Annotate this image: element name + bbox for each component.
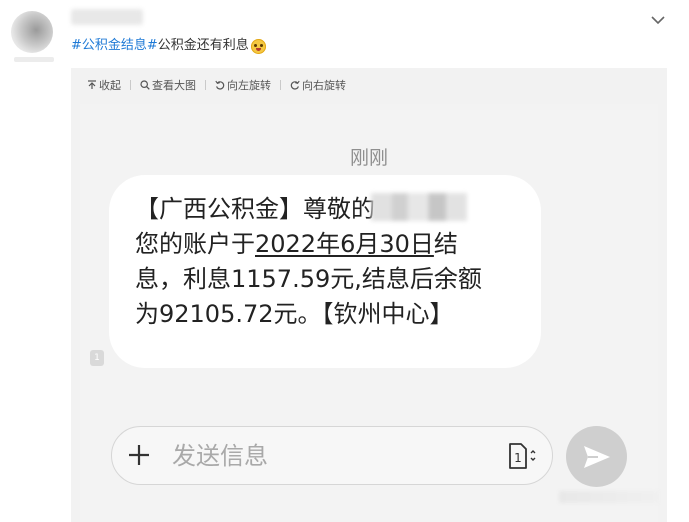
rotate-right-label: 向右旋转	[302, 79, 346, 92]
sim-card-badge: 1	[90, 350, 104, 366]
message-text: 【广西公积金】尊敬的 您的账户于2022年6月30日结 息，利息1157.59元…	[135, 192, 521, 332]
rotate-right-icon	[290, 80, 300, 90]
sim-card-selector-icon[interactable]: 1	[506, 441, 542, 471]
compose-bar[interactable]: 发送信息 1	[111, 426, 553, 485]
redacted-name	[371, 193, 467, 221]
message-timestamp: 刚刚	[349, 147, 388, 169]
chevron-down-icon[interactable]	[648, 10, 668, 30]
toolbar-divider	[205, 80, 206, 90]
view-large-label: 查看大图	[152, 79, 196, 92]
rotate-left-button[interactable]: 向左旋转	[215, 77, 271, 93]
message-bubble: 【广西公积金】尊敬的 您的账户于2022年6月30日结 息，利息1157.59元…	[109, 175, 541, 368]
sim-slot-number: 1	[514, 451, 522, 465]
post-body: 公积金还有利息	[157, 38, 249, 53]
astonished-face-emoji-icon	[250, 38, 266, 54]
toolbar-divider	[280, 80, 281, 90]
magnifier-icon	[140, 80, 150, 90]
message-input-placeholder[interactable]: 发送信息	[172, 441, 268, 471]
collapse-icon	[88, 80, 96, 89]
image-toolbar: 收起 查看大图 向左旋转 向右旋转	[87, 77, 346, 93]
user-avatar[interactable]	[11, 11, 53, 53]
send-button[interactable]	[566, 426, 627, 487]
message-line-2-prefix: 您的账户于	[135, 230, 255, 258]
sms-screenshot: 刚刚 【广西公积金】尊敬的 您的账户于2022年6月30日结 息，利息1157.…	[80, 104, 659, 522]
send-icon	[583, 445, 610, 468]
collapse-button[interactable]: 收起	[87, 77, 121, 93]
post-text: #公积金结息# 公积金还有利息	[71, 37, 266, 55]
message-date-link: 2022年6月30日	[255, 230, 434, 258]
plus-icon[interactable]	[124, 440, 154, 470]
message-line-3: 息，利息1157.59元,结息后余额	[135, 265, 482, 293]
rotate-right-button[interactable]: 向右旋转	[290, 77, 346, 93]
message-line-4: 为92105.72元。【钦州中心】	[135, 300, 454, 328]
message-line-2-suffix: 结	[433, 230, 458, 258]
rotate-left-label: 向左旋转	[227, 79, 271, 92]
collapse-label: 收起	[99, 79, 121, 92]
image-viewer: 收起 查看大图 向左旋转 向右旋转 刚刚 【广西公积金】尊敬的 您的账户于202…	[71, 68, 667, 522]
username-blurred[interactable]	[71, 9, 143, 25]
message-line-1: 【广西公积金】尊敬的	[135, 195, 375, 223]
avatar-caption-blurred	[14, 57, 54, 62]
watermark-blurred	[559, 491, 659, 503]
toolbar-divider	[130, 80, 131, 90]
hashtag-link[interactable]: #公积金结息#	[71, 37, 158, 55]
rotate-left-icon	[215, 80, 225, 90]
view-large-button[interactable]: 查看大图	[140, 77, 196, 93]
